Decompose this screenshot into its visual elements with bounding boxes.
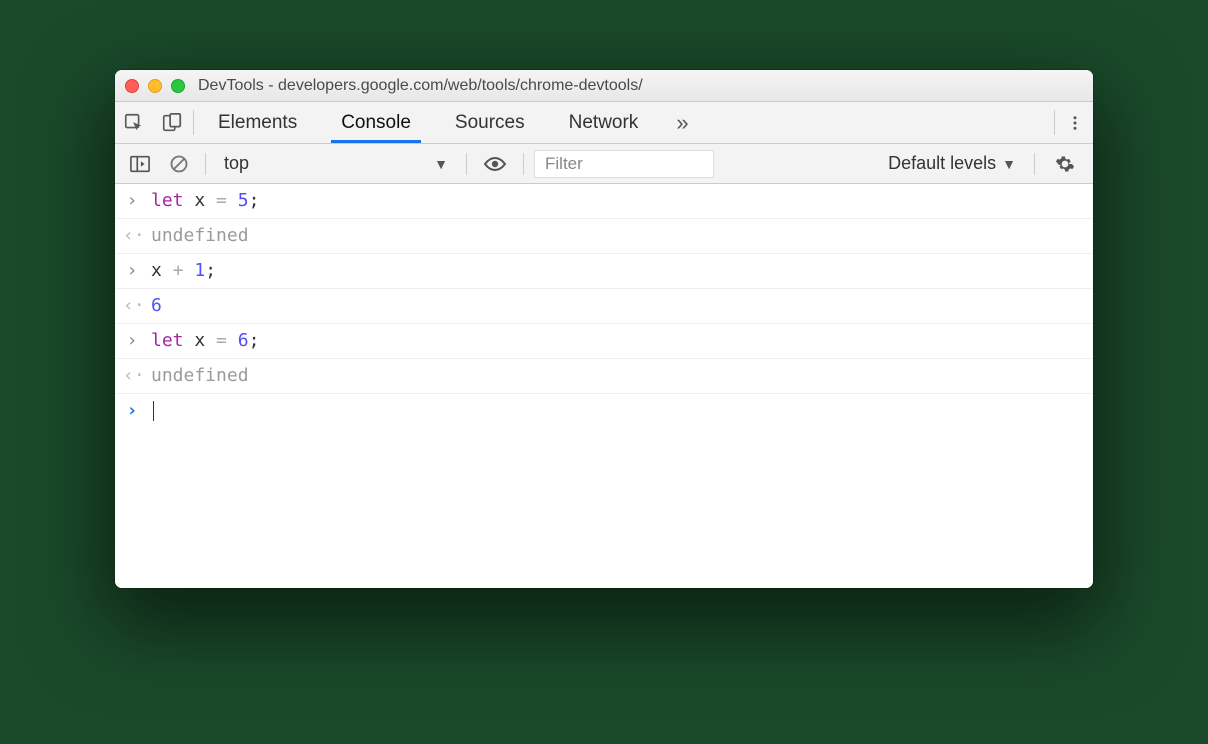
filter-input[interactable]	[534, 150, 714, 178]
settings-menu-button[interactable]	[1057, 102, 1093, 143]
code-text: undefined	[151, 365, 249, 386]
chevron-down-icon: ▼	[1002, 156, 1016, 172]
spacer	[705, 102, 1052, 143]
code-text: let x = 6;	[151, 330, 259, 351]
devtools-window: DevTools - developers.google.com/web/too…	[115, 70, 1093, 588]
input-prompt-icon: ›	[123, 190, 141, 212]
console-input-row: › let x = 6;	[115, 324, 1093, 359]
titlebar: DevTools - developers.google.com/web/too…	[115, 70, 1093, 102]
tab-network[interactable]: Network	[547, 102, 661, 143]
divider	[1054, 110, 1055, 135]
execution-context-selector[interactable]: top ▼	[216, 149, 456, 178]
inspect-element-button[interactable]	[115, 102, 153, 143]
live-expression-button[interactable]	[477, 151, 513, 177]
device-toolbar-button[interactable]	[153, 102, 191, 143]
console-sidebar-toggle[interactable]	[123, 150, 157, 178]
tab-label: Network	[569, 112, 639, 134]
output-arrow-icon: ‹·	[123, 225, 141, 247]
input-prompt-icon: ›	[123, 330, 141, 352]
prompt-input[interactable]	[151, 400, 154, 421]
tabs-overflow-button[interactable]: »	[660, 102, 704, 143]
minimize-window-button[interactable]	[148, 79, 162, 93]
prompt-icon: ›	[123, 400, 141, 422]
divider	[466, 153, 467, 175]
console-toolbar: top ▼ Default levels ▼	[115, 144, 1093, 184]
code-text: let x = 5;	[151, 190, 259, 211]
divider	[523, 153, 524, 175]
divider	[205, 153, 206, 175]
input-prompt-icon: ›	[123, 260, 141, 282]
code-text: x + 1;	[151, 260, 216, 281]
divider	[1034, 153, 1035, 175]
tab-console[interactable]: Console	[319, 102, 433, 143]
chevron-down-icon: ▼	[434, 156, 448, 172]
tab-label: Sources	[455, 112, 525, 134]
console-input-row: › let x = 5;	[115, 184, 1093, 219]
output-arrow-icon: ‹·	[123, 295, 141, 317]
tab-label: Elements	[218, 112, 297, 134]
console-output-row: ‹· undefined	[115, 219, 1093, 254]
close-window-button[interactable]	[125, 79, 139, 93]
console-output[interactable]: › let x = 5; ‹· undefined › x + 1; ‹· 6 › let x =…	[115, 184, 1093, 588]
tabbar: Elements Console Sources Network »	[115, 102, 1093, 144]
console-prompt-row[interactable]: ›	[115, 394, 1093, 428]
console-output-row: ‹· 6	[115, 289, 1093, 324]
console-output-row: ‹· undefined	[115, 359, 1093, 394]
context-label: top	[224, 153, 249, 174]
zoom-window-button[interactable]	[171, 79, 185, 93]
code-text: undefined	[151, 225, 249, 246]
code-text: 6	[151, 295, 162, 316]
output-arrow-icon: ‹·	[123, 365, 141, 387]
tab-elements[interactable]: Elements	[196, 102, 319, 143]
tab-label: Console	[341, 112, 411, 134]
clear-console-button[interactable]	[163, 150, 195, 178]
traffic-lights	[125, 79, 185, 93]
divider	[193, 110, 194, 135]
log-levels-selector[interactable]: Default levels ▼	[880, 153, 1024, 174]
window-title: DevTools - developers.google.com/web/too…	[198, 77, 643, 95]
console-settings-button[interactable]	[1045, 154, 1085, 174]
tab-sources[interactable]: Sources	[433, 102, 547, 143]
console-input-row: › x + 1;	[115, 254, 1093, 289]
chevron-double-right-icon: »	[676, 110, 688, 136]
levels-label: Default levels	[888, 153, 996, 174]
tabs-list: Elements Console Sources Network	[196, 102, 660, 143]
